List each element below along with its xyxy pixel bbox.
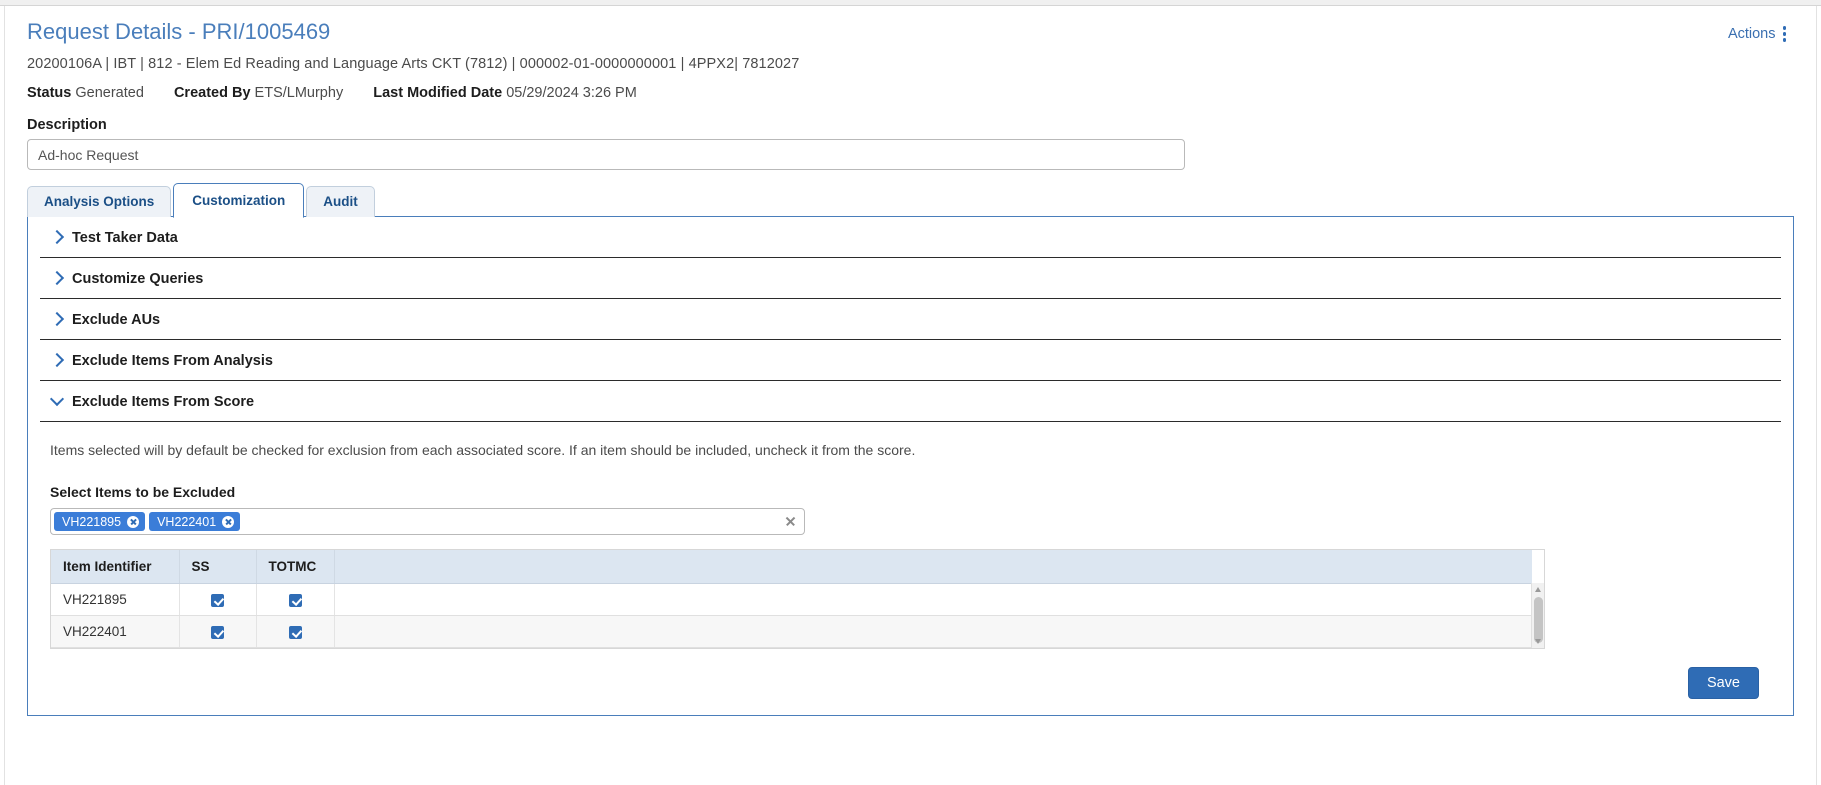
last-modified-label: Last Modified Date <box>373 85 503 101</box>
tab-label: Customization <box>192 193 286 208</box>
selected-item-chip: VH222401 <box>149 512 241 531</box>
column-header-ss: SS <box>179 550 257 584</box>
checkbox-checked-icon[interactable] <box>288 625 302 639</box>
tab-customization[interactable]: Customization <box>173 183 305 218</box>
accordion-title: Test Taker Data <box>72 230 178 246</box>
chevron-right-icon <box>49 352 65 368</box>
scroll-down-arrow-icon[interactable] <box>1535 639 1541 644</box>
cell-ss-checkbox[interactable] <box>179 583 257 616</box>
accordion-header[interactable]: Exclude Items From Analysis <box>40 340 1781 380</box>
tab-audit[interactable]: Audit <box>306 186 375 217</box>
chip-label: VH222401 <box>157 514 217 529</box>
accordion-section-test-taker-data[interactable]: Test Taker Data <box>40 217 1781 258</box>
table-header-row: Item Identifier SS TOTMC <box>51 550 1532 584</box>
cell-spacer <box>334 615 1532 648</box>
accordion-section-exclude-items-from-analysis[interactable]: Exclude Items From Analysis <box>40 340 1781 381</box>
customization-panel: Test Taker Data Customize Queries Exclud… <box>27 216 1794 716</box>
accordion-header[interactable]: Customize Queries <box>40 258 1781 298</box>
checkbox-checked-icon[interactable] <box>288 593 302 607</box>
exclusion-helper-text: Items selected will by default be checke… <box>50 442 916 458</box>
excluded-items-table: Item Identifier SS TOTMC VH221895 VH2224… <box>51 550 1532 648</box>
table-row: VH221895 <box>51 583 1532 616</box>
description-input[interactable] <box>27 139 1185 170</box>
clear-all-icon[interactable] <box>785 516 796 527</box>
page-frame: Request Details - PRI/1005469 Actions 20… <box>4 6 1817 785</box>
select-items-label: Select Items to be Excluded <box>50 484 236 500</box>
accordion-header[interactable]: Exclude AUs <box>40 299 1781 339</box>
kebab-menu-icon <box>1782 26 1786 42</box>
actions-label: Actions <box>1727 26 1776 42</box>
accordion-section-customize-queries[interactable]: Customize Queries <box>40 258 1781 299</box>
chevron-right-icon <box>49 229 65 245</box>
chevron-right-icon <box>49 270 65 286</box>
chip-remove-icon[interactable] <box>127 515 140 528</box>
chevron-right-icon <box>49 311 65 327</box>
accordion-title: Exclude Items From Score <box>72 394 255 410</box>
chevron-down-icon <box>49 391 65 407</box>
checkbox-checked-icon[interactable] <box>211 593 224 607</box>
chip-label: VH221895 <box>62 514 122 529</box>
tab-analysis-options[interactable]: Analysis Options <box>27 186 172 217</box>
page-header: Request Details - PRI/1005469 Actions <box>27 16 1794 46</box>
scroll-up-arrow-icon[interactable] <box>1535 587 1541 592</box>
status-label: Status <box>27 85 72 101</box>
description-label: Description <box>27 117 107 133</box>
tab-label: Audit <box>323 194 358 209</box>
accordion-header[interactable]: Test Taker Data <box>40 217 1781 257</box>
table-vertical-scrollbar[interactable] <box>1531 583 1544 648</box>
page-title: Request Details - PRI/1005469 <box>27 19 331 44</box>
exclude-items-from-score-body: Items selected will by default be checke… <box>28 422 1793 715</box>
accordion-section-exclude-aus[interactable]: Exclude AUs <box>40 299 1781 340</box>
accordion-title: Exclude AUs <box>72 312 161 328</box>
cell-item-identifier: VH222401 <box>51 615 180 648</box>
column-header-item-identifier: Item Identifier <box>51 550 180 584</box>
request-details-page: Request Details - PRI/1005469 Actions 20… <box>0 0 1821 785</box>
created-by-label: Created By <box>173 85 251 101</box>
tab-label: Analysis Options <box>44 194 155 209</box>
column-header-totmc: TOTMC <box>256 550 335 584</box>
status-summary-row: Status Generated Created By ETS/LMurphy … <box>27 85 1794 101</box>
cell-item-identifier: VH221895 <box>51 583 180 616</box>
select-items-multiselect[interactable]: VH221895 VH222401 <box>50 508 805 535</box>
status-value: Generated <box>75 85 144 101</box>
column-header-spacer <box>334 550 1532 584</box>
cell-totmc-checkbox[interactable] <box>256 583 335 616</box>
cell-ss-checkbox[interactable] <box>179 615 257 648</box>
selected-item-chip: VH221895 <box>54 512 146 531</box>
accordion-title: Customize Queries <box>72 271 204 287</box>
cell-totmc-checkbox[interactable] <box>256 615 335 648</box>
chip-remove-icon[interactable] <box>222 515 235 528</box>
excluded-items-table-wrapper: Item Identifier SS TOTMC VH221895 VH2224… <box>50 549 1545 649</box>
created-by-value: ETS/LMurphy <box>254 85 344 101</box>
actions-menu-button[interactable]: Actions <box>1728 16 1794 42</box>
save-button[interactable]: Save <box>1687 667 1759 699</box>
footer-actions: Save <box>50 649 1781 715</box>
scrollbar-thumb[interactable] <box>1534 597 1543 643</box>
last-modified-value: 05/29/2024 3:26 PM <box>506 85 637 101</box>
accordion-header[interactable]: Exclude Items From Score <box>40 381 1781 421</box>
accordion-title: Exclude Items From Analysis <box>72 353 273 369</box>
request-meta-line: 20200106A | IBT | 812 - Elem Ed Reading … <box>27 56 800 72</box>
accordion-section-exclude-items-from-score[interactable]: Exclude Items From Score <box>40 381 1781 422</box>
tab-bar: Analysis Options Customization Audit <box>27 183 1794 218</box>
checkbox-checked-icon[interactable] <box>211 625 224 639</box>
cell-spacer <box>334 583 1532 616</box>
table-row: VH222401 <box>51 615 1532 648</box>
